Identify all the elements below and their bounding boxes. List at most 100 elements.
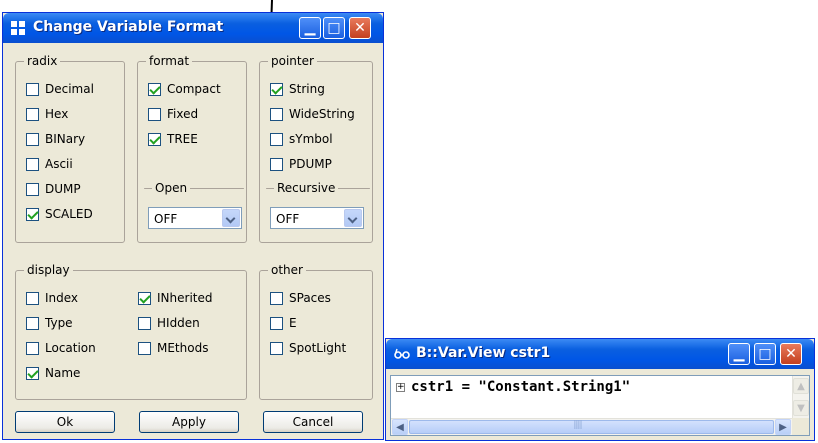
checkbox-box-checked[interactable] <box>270 82 283 96</box>
checkbox-location[interactable]: Location <box>26 341 96 355</box>
checkbox-ascii[interactable]: Ascii <box>26 157 73 171</box>
checkbox-compact[interactable]: Compact <box>148 82 221 96</box>
checkbox-e[interactable]: E <box>270 316 297 330</box>
checkbox-widestring[interactable]: WideString <box>270 107 355 121</box>
dialog-titlebar[interactable]: Change Variable Format ▁ □ ✕ <box>3 13 383 43</box>
checkbox-label: PDUMP <box>289 157 332 171</box>
checkbox-label: DUMP <box>45 182 81 196</box>
open-select[interactable]: OFF <box>148 207 242 229</box>
dialog-title: Change Variable Format <box>33 19 224 35</box>
checkbox-box[interactable] <box>270 341 283 355</box>
checkbox-label: BINary <box>45 132 86 146</box>
checkbox-box[interactable] <box>270 157 283 171</box>
checkbox-box[interactable] <box>26 82 39 96</box>
recursive-select[interactable]: OFF <box>270 207 364 229</box>
checkbox-label: Hex <box>45 107 69 121</box>
checkbox-label: E <box>289 316 297 330</box>
checkbox-label: Name <box>45 366 81 380</box>
checkbox-fixed[interactable]: Fixed <box>148 107 198 121</box>
radix-group: radix Decimal Hex BINary Ascii DUMP SCAL… <box>15 54 125 243</box>
variable-line: cstr1 = "Constant.String1" <box>411 379 631 395</box>
checkbox-scaled[interactable]: SCALED <box>26 207 93 221</box>
minimize-button[interactable]: ▁ <box>299 17 321 39</box>
checkbox-box[interactable] <box>26 157 39 171</box>
checkbox-spotlight[interactable]: SpotLight <box>270 341 346 355</box>
maximize-button[interactable]: □ <box>323 17 345 39</box>
maximize-button[interactable]: □ <box>754 343 776 365</box>
display-group: display Index Type Location Name INherit… <box>15 263 247 400</box>
close-icon: ✕ <box>785 346 797 362</box>
checkbox-label: WideString <box>289 107 355 121</box>
chevron-down-icon[interactable] <box>222 209 240 227</box>
checkbox-name[interactable]: Name <box>26 366 80 380</box>
checkbox-box[interactable] <box>26 291 39 305</box>
checkbox-box[interactable] <box>26 107 39 121</box>
checkbox-type[interactable]: Type <box>26 316 73 330</box>
horizontal-scrollbar[interactable]: ◀ ▶ <box>391 418 792 435</box>
checkbox-box-checked[interactable] <box>138 291 151 305</box>
checkbox-pdump[interactable]: PDUMP <box>270 157 332 171</box>
other-legend: other <box>268 263 306 277</box>
scroll-left-icon[interactable]: ◀ <box>392 419 408 435</box>
checkbox-box[interactable] <box>270 132 283 146</box>
scroll-down-icon[interactable]: ▼ <box>793 400 809 416</box>
checkbox-spaces[interactable]: SPaces <box>270 291 331 305</box>
checkbox-box-checked[interactable] <box>26 207 39 221</box>
cancel-button[interactable]: Cancel <box>263 411 363 433</box>
checkbox-box[interactable] <box>270 107 283 121</box>
recursive-legend: Recursive <box>274 181 339 195</box>
checkbox-inherited[interactable]: INherited <box>138 291 212 305</box>
checkbox-methods[interactable]: MEthods <box>138 341 208 355</box>
checkbox-label: sYmbol <box>289 132 333 146</box>
glasses-icon <box>394 348 410 359</box>
maximize-icon: □ <box>758 346 772 362</box>
checkbox-box[interactable] <box>26 182 39 196</box>
close-button[interactable]: ✕ <box>349 17 371 39</box>
checkbox-box-checked[interactable] <box>26 366 39 380</box>
checkbox-dump[interactable]: DUMP <box>26 182 81 196</box>
maximize-icon: □ <box>327 20 341 36</box>
apply-button[interactable]: Apply <box>139 411 239 433</box>
scroll-right-icon[interactable]: ▶ <box>775 419 791 435</box>
checkbox-box[interactable] <box>138 316 151 330</box>
format-group: format Compact Fixed TREE Open OFF <box>137 54 247 243</box>
checkbox-box[interactable] <box>26 316 39 330</box>
var-view-title: B::Var.View cstr1 <box>416 345 551 361</box>
var-view-titlebar[interactable]: B::Var.View cstr1 ▁ □ ✕ <box>386 339 814 369</box>
checkbox-label: Fixed <box>167 107 199 121</box>
checkbox-string[interactable]: String <box>270 82 325 96</box>
checkbox-hidden[interactable]: HIdden <box>138 316 200 330</box>
checkbox-label: Decimal <box>45 82 94 96</box>
vertical-scrollbar[interactable]: ▲ ▼ <box>792 376 809 418</box>
checkbox-label: Compact <box>167 82 221 96</box>
display-legend: display <box>24 263 73 277</box>
checkbox-hex[interactable]: Hex <box>26 107 68 121</box>
checkbox-symbol[interactable]: sYmbol <box>270 132 333 146</box>
scroll-up-icon[interactable]: ▲ <box>793 378 809 394</box>
radix-legend: radix <box>24 54 61 68</box>
checkbox-box-checked[interactable] <box>148 132 161 146</box>
close-icon: ✕ <box>354 20 366 36</box>
checkbox-box[interactable] <box>270 316 283 330</box>
minimize-button[interactable]: ▁ <box>728 343 750 365</box>
checkbox-decimal[interactable]: Decimal <box>26 82 94 96</box>
resize-grip-icon[interactable] <box>792 418 809 435</box>
checkbox-box[interactable] <box>148 107 161 121</box>
chevron-down-icon[interactable] <box>344 209 362 227</box>
recursive-group: Recursive <box>266 181 370 195</box>
var-view-content[interactable]: + cstr1 = "Constant.String1" ▲ ▼ ◀ ▶ <box>390 375 810 436</box>
checkbox-tree[interactable]: TREE <box>148 132 198 146</box>
checkbox-box[interactable] <box>26 132 39 146</box>
ok-button[interactable]: Ok <box>15 411 115 433</box>
checkbox-label: Index <box>45 291 79 305</box>
checkbox-binary[interactable]: BINary <box>26 132 85 146</box>
close-button[interactable]: ✕ <box>780 343 802 365</box>
checkbox-index[interactable]: Index <box>26 291 78 305</box>
checkbox-box-checked[interactable] <box>148 82 161 96</box>
checkbox-box[interactable] <box>26 341 39 355</box>
checkbox-box[interactable] <box>138 341 151 355</box>
checkbox-box[interactable] <box>270 291 283 305</box>
expand-icon[interactable]: + <box>396 383 405 392</box>
change-variable-format-dialog: Change Variable Format ▁ □ ✕ radix Decim… <box>2 12 384 440</box>
scroll-thumb[interactable] <box>409 420 774 434</box>
